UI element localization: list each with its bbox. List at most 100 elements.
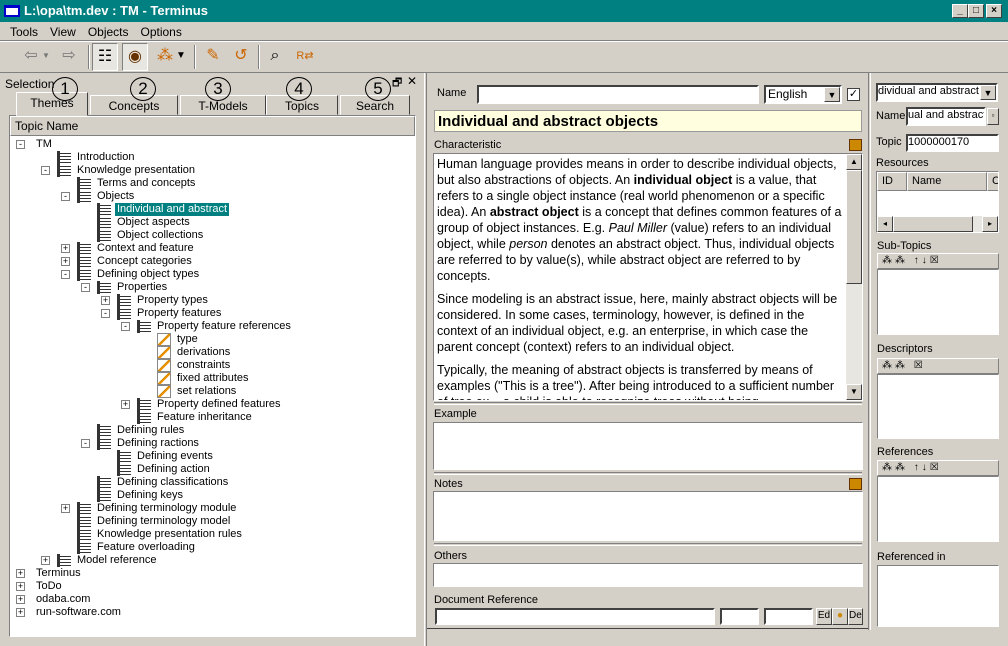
tree-item-label: Properties bbox=[117, 281, 168, 293]
title-bar: L:\opa\tm.dev : TM - Terminus bbox=[0, 0, 1008, 22]
collapse-icon[interactable]: - bbox=[61, 270, 70, 279]
topic-book-icon bbox=[97, 281, 111, 294]
document-reference-field-2[interactable] bbox=[720, 608, 759, 625]
replace-icon[interactable]: R⇄ bbox=[292, 43, 318, 71]
expand-icon[interactable]: + bbox=[61, 504, 70, 513]
tree-item-label: Defining action bbox=[137, 463, 210, 475]
maximize-button[interactable]: □ bbox=[968, 4, 984, 18]
link-reference-button[interactable]: ● bbox=[832, 608, 848, 625]
tree-item-label: Knowledge presentation bbox=[77, 164, 196, 176]
language-value: English bbox=[768, 87, 808, 101]
callout-number: 3 bbox=[205, 77, 231, 101]
menu-objects[interactable]: Objects bbox=[88, 25, 129, 39]
tree-item-label: Property types bbox=[137, 294, 208, 306]
topic-book-icon bbox=[117, 450, 131, 463]
tree-item-label: run-software.com bbox=[36, 606, 121, 618]
objects-dropdown-icon[interactable]: ▼ bbox=[174, 43, 188, 71]
delete-reference-button[interactable]: Del bbox=[848, 608, 863, 625]
tree-item-label: TM bbox=[36, 138, 52, 150]
undo-icon[interactable]: ↺ bbox=[228, 43, 254, 71]
expand-icon[interactable]: + bbox=[61, 257, 70, 266]
expand-icon[interactable]: + bbox=[61, 244, 70, 253]
others-label: Others bbox=[434, 550, 468, 562]
pencil-note-icon bbox=[157, 333, 171, 346]
tree-item-label: Introduction bbox=[77, 151, 135, 163]
collapse-icon[interactable]: - bbox=[81, 283, 90, 292]
name-input[interactable] bbox=[477, 85, 759, 104]
tree-item-label: Individual and abstract bbox=[115, 203, 230, 216]
resources-table[interactable]: ID Name C ◂▸ bbox=[876, 171, 999, 233]
minimize-button[interactable]: _ bbox=[952, 4, 968, 18]
restore-panel-icon[interactable]: 🗗 bbox=[392, 74, 402, 93]
topic-combo[interactable]: dividual and abstract ▼ bbox=[876, 83, 998, 102]
descriptors-list[interactable] bbox=[877, 374, 999, 439]
menu-tools[interactable]: Tools bbox=[10, 25, 38, 39]
tree-view-icon[interactable]: ☷ bbox=[92, 43, 118, 71]
concept-icon[interactable]: ◉ bbox=[122, 43, 148, 71]
characteristic-edit-icon[interactable] bbox=[849, 139, 862, 151]
collapse-icon[interactable]: - bbox=[16, 140, 25, 149]
topic-title: Individual and abstract objects bbox=[434, 110, 862, 132]
document-reference-label: Document Reference bbox=[434, 594, 538, 606]
horizontal-scrollbar[interactable]: ◂ ▸ bbox=[877, 216, 998, 232]
tree-item-label: Knowledge presentation rules bbox=[97, 528, 242, 540]
search-icon[interactable]: ⌕ bbox=[262, 43, 288, 71]
forward-icon[interactable]: ⇨ bbox=[56, 43, 82, 71]
references-list[interactable] bbox=[877, 476, 999, 542]
collapse-icon[interactable]: - bbox=[121, 322, 130, 331]
menu-options[interactable]: Options bbox=[141, 25, 182, 39]
notes-edit-icon[interactable] bbox=[849, 478, 862, 490]
characteristic-text[interactable]: Human language provides means in order t… bbox=[433, 153, 863, 401]
notes-text[interactable] bbox=[433, 491, 863, 541]
language-select[interactable]: English ▼ bbox=[764, 85, 842, 104]
edit-icon[interactable]: ✎ bbox=[200, 43, 226, 71]
collapse-icon[interactable]: - bbox=[61, 192, 70, 201]
sub-topics-list[interactable] bbox=[877, 269, 999, 335]
right-name-input[interactable]: ual and abstract bbox=[906, 107, 986, 126]
menu-view[interactable]: View bbox=[50, 25, 76, 39]
collapse-icon[interactable]: - bbox=[81, 439, 90, 448]
edit-reference-button[interactable]: Ed bbox=[816, 608, 832, 625]
references-toolbar[interactable]: ⁂⁂ ↑↓☒ bbox=[877, 460, 999, 476]
back-dropdown-icon[interactable]: ▼ bbox=[40, 43, 52, 71]
topic-id-input[interactable]: 1000000170 bbox=[906, 134, 999, 152]
tree-item-label: Defining rules bbox=[117, 424, 185, 436]
example-text[interactable] bbox=[433, 422, 863, 470]
references-label: References bbox=[877, 446, 934, 458]
expand-icon[interactable]: + bbox=[16, 595, 25, 604]
expand-icon[interactable]: + bbox=[16, 582, 25, 591]
referenced-in-list[interactable] bbox=[877, 565, 999, 627]
column-name[interactable]: Name bbox=[907, 172, 987, 191]
expand-icon[interactable]: + bbox=[16, 569, 25, 578]
right-name-label: Name bbox=[876, 110, 906, 122]
name-browse-button[interactable]: ▫ bbox=[987, 108, 999, 125]
column-c[interactable]: C bbox=[987, 172, 998, 191]
document-reference-field-3[interactable] bbox=[764, 608, 813, 625]
expand-icon[interactable]: + bbox=[121, 400, 130, 409]
example-label: Example bbox=[434, 408, 477, 420]
close-panel-icon[interactable]: ✕ bbox=[407, 74, 417, 88]
column-header-topic-name[interactable]: Topic Name bbox=[10, 116, 415, 136]
tree-item-label: Terminus bbox=[36, 567, 81, 579]
expand-icon[interactable]: + bbox=[41, 556, 50, 565]
tree-item-label: Feature inheritance bbox=[157, 411, 252, 423]
tree-item-label: Terms and concepts bbox=[97, 177, 196, 189]
expand-icon[interactable]: + bbox=[101, 296, 110, 305]
collapse-icon[interactable]: - bbox=[41, 166, 50, 175]
tree-item-label: Property feature references bbox=[157, 320, 291, 332]
sub-topics-toolbar[interactable]: ⁂⁂ ↑↓☒ bbox=[877, 253, 999, 269]
tree-item-label: Defining terminology module bbox=[97, 502, 237, 514]
tab-themes[interactable]: Themes bbox=[16, 92, 88, 116]
language-checkbox[interactable]: ✓ bbox=[847, 88, 860, 101]
close-button[interactable]: × bbox=[986, 4, 1002, 18]
vertical-scrollbar[interactable]: ▲ ▼ bbox=[846, 154, 862, 400]
document-reference-input[interactable] bbox=[435, 608, 715, 625]
others-text[interactable] bbox=[433, 563, 863, 587]
topic-tree[interactable]: Topic Name - TM Introduction - Knowledge pre… bbox=[9, 115, 416, 637]
column-id[interactable]: ID bbox=[877, 172, 907, 191]
collapse-icon[interactable]: - bbox=[101, 309, 110, 318]
expand-icon[interactable]: + bbox=[16, 608, 25, 617]
topic-book-icon bbox=[77, 502, 91, 515]
splitter[interactable] bbox=[424, 73, 427, 646]
descriptors-toolbar[interactable]: ⁂⁂ ☒ bbox=[877, 358, 999, 374]
